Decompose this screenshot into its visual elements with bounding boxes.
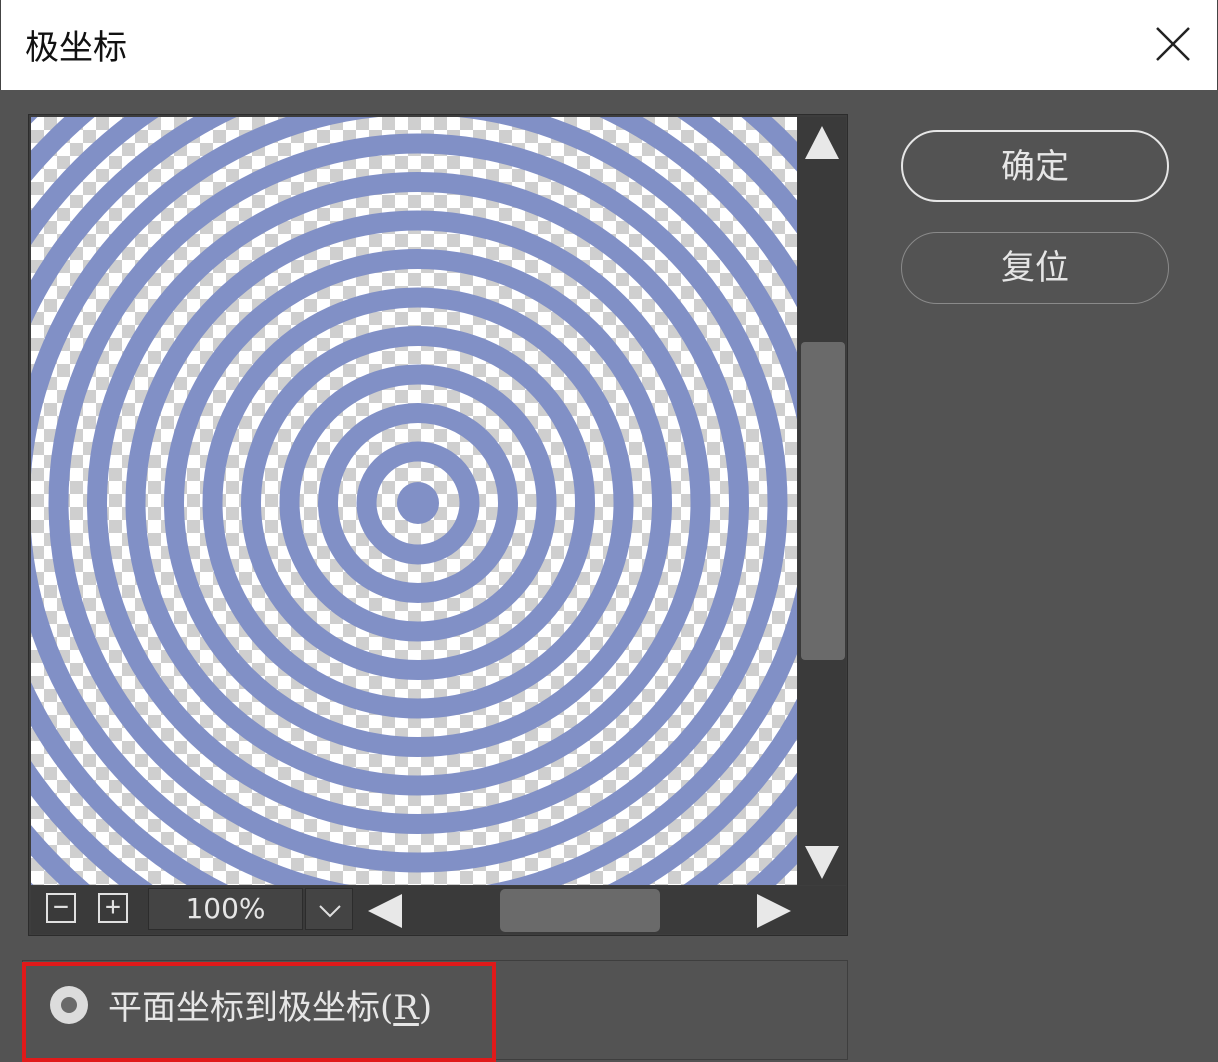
hotkey-letter: R [393, 988, 419, 1028]
scroll-up-icon[interactable] [805, 126, 839, 159]
dialog-title: 极坐标 [25, 28, 127, 68]
dialog-titlebar: 极坐标 [0, 0, 1218, 90]
rect-to-polar-label[interactable]: 平面坐标到极坐标(R) [108, 980, 432, 1029]
ring-center-dot [397, 482, 439, 524]
zoom-out-button[interactable]: − [46, 893, 76, 923]
horizontal-scroll-thumb[interactable] [500, 889, 660, 932]
scroll-down-icon[interactable] [805, 846, 839, 879]
chevron-down-icon [319, 905, 341, 918]
zoom-level-field[interactable]: 100% [148, 888, 303, 930]
zoom-dropdown-button[interactable] [305, 888, 353, 930]
scroll-left-icon[interactable] [368, 894, 402, 928]
scroll-right-icon[interactable] [757, 894, 791, 928]
vertical-scroll-thumb[interactable] [801, 342, 845, 660]
concentric-rings-image [31, 117, 797, 885]
ok-button[interactable]: 确定 [901, 130, 1169, 202]
preview-canvas[interactable] [31, 117, 797, 885]
close-icon[interactable] [1151, 22, 1195, 66]
radio-selected-dot [61, 997, 77, 1013]
zoom-in-button[interactable]: + [98, 893, 128, 923]
reset-button[interactable]: 复位 [901, 232, 1169, 304]
